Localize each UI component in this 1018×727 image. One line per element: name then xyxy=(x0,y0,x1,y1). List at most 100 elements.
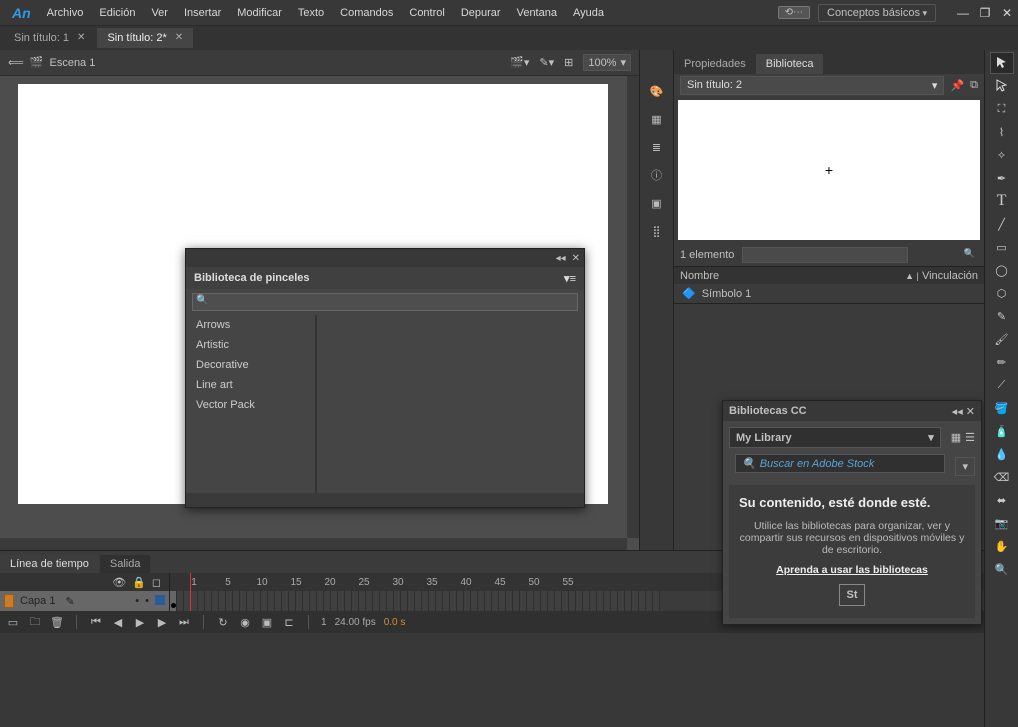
brush-library-panel[interactable]: ◂◂✕ Biblioteca de pinceles▾≡ Arrows Arti… xyxy=(185,248,585,508)
magic-wand-tool[interactable]: ✧ xyxy=(990,144,1014,166)
workspace-switcher[interactable]: Conceptos básicos xyxy=(818,4,936,22)
ruler-35[interactable]: 35 xyxy=(416,577,448,588)
menu-insertar[interactable]: Insertar xyxy=(176,0,229,26)
subselect-tool[interactable] xyxy=(990,75,1014,97)
tab-biblioteca[interactable]: Biblioteca xyxy=(756,54,824,74)
brush-cat-decorative[interactable]: Decorative xyxy=(186,355,315,375)
grid-view-icon[interactable]: ▦ xyxy=(951,431,961,444)
free-transform-tool[interactable]: ⛶ xyxy=(990,98,1014,120)
panel-close-icon[interactable]: ✕ xyxy=(572,253,580,264)
pen-tool[interactable]: ✒ xyxy=(990,167,1014,189)
close-icon[interactable]: ✕ xyxy=(77,28,85,48)
ruler-20[interactable]: 20 xyxy=(314,577,346,588)
info-icon[interactable]: ⓘ xyxy=(646,164,668,186)
brush-search[interactable] xyxy=(192,293,578,311)
ruler-25[interactable]: 25 xyxy=(348,577,380,588)
menu-archivo[interactable]: Archivo xyxy=(39,0,92,26)
tab-propiedades[interactable]: Propiedades xyxy=(674,54,756,74)
col-vinculacion[interactable]: ▲ | Vinculación xyxy=(905,270,978,282)
menu-comandos[interactable]: Comandos xyxy=(332,0,401,26)
lasso-tool[interactable]: ⌇ xyxy=(990,121,1014,143)
paint-brush-tool[interactable]: ✏ xyxy=(990,351,1014,373)
ruler-55[interactable]: 55 xyxy=(552,577,584,588)
last-frame-icon[interactable]: ⏭ xyxy=(177,616,191,629)
library-doc-select[interactable]: Sin título: 2 ▾ xyxy=(680,76,944,95)
collapse-icon[interactable]: ◂◂ xyxy=(952,406,963,418)
layer-vis-dot[interactable]: • xyxy=(135,595,139,607)
col-nombre[interactable]: Nombre xyxy=(680,270,719,282)
panel-close-icon[interactable]: ✕ xyxy=(966,406,975,418)
camera-tool[interactable]: 📷 xyxy=(990,512,1014,534)
new-layer-icon[interactable]: ▭ xyxy=(6,616,20,629)
zoom-dropdown[interactable]: 100%▾ xyxy=(583,54,631,71)
brush-cat-vector[interactable]: Vector Pack xyxy=(186,395,315,415)
transform-icon[interactable]: ▣ xyxy=(646,192,668,214)
stage-fit-icon[interactable]: ⊞ xyxy=(564,56,573,69)
text-tool[interactable]: T xyxy=(990,190,1014,212)
brush-tool[interactable]: 🖌 xyxy=(990,328,1014,350)
tab-timeline[interactable]: Línea de tiempo xyxy=(0,555,99,573)
menu-edicion[interactable]: Edición xyxy=(91,0,143,26)
brush-cat-artistic[interactable]: Artistic xyxy=(186,335,315,355)
grid-icon[interactable]: ▦ xyxy=(646,108,668,130)
loop-icon[interactable]: ↻ xyxy=(216,616,230,629)
eraser-tool[interactable]: ⌫ xyxy=(990,466,1014,488)
cc-libraries-panel[interactable]: Bibliotecas CC ◂◂ ✕ My Library▾ ▦ ☰ 🔍Bus… xyxy=(722,400,982,625)
menu-ver[interactable]: Ver xyxy=(143,0,176,26)
hand-tool[interactable]: ✋ xyxy=(990,535,1014,557)
ruler-40[interactable]: 40 xyxy=(450,577,482,588)
eye-icon[interactable]: 👁 xyxy=(112,576,126,589)
new-folder-icon[interactable]: 🗀 xyxy=(28,613,42,632)
menu-control[interactable]: Control xyxy=(401,0,452,26)
play-icon[interactable]: ▶ xyxy=(133,616,147,629)
paint-bucket-tool[interactable]: 🪣 xyxy=(990,397,1014,419)
layer-lock-dot[interactable]: • xyxy=(145,595,149,607)
menu-ayuda[interactable]: Ayuda xyxy=(565,0,612,26)
sync-badge[interactable]: ⟲⋯ xyxy=(778,6,810,19)
collapse-icon[interactable]: ◂◂ xyxy=(556,253,566,264)
line-tool[interactable]: ╱ xyxy=(990,213,1014,235)
menu-modificar[interactable]: Modificar xyxy=(229,0,290,26)
brush-cat-arrows[interactable]: Arrows xyxy=(186,315,315,335)
cc-search[interactable]: 🔍Buscar en Adobe Stock xyxy=(735,454,945,473)
doc-tab-1[interactable]: Sin título: 1✕ xyxy=(4,28,95,48)
list-view-icon[interactable]: ☰ xyxy=(965,431,975,444)
current-frame[interactable]: 1 xyxy=(321,617,327,628)
tab-salida[interactable]: Salida xyxy=(100,555,151,573)
brush-cat-lineart[interactable]: Line art xyxy=(186,375,315,395)
cc-library-select[interactable]: My Library▾ xyxy=(729,427,941,448)
minimize-button[interactable]: — xyxy=(956,7,970,19)
zoom-tool[interactable]: 🔍 xyxy=(990,558,1014,580)
ruler-1[interactable]: 1 xyxy=(178,577,210,588)
h-scrollbar[interactable] xyxy=(0,538,627,550)
polystar-tool[interactable]: ⬡ xyxy=(990,282,1014,304)
trash-icon[interactable]: 🗑 xyxy=(50,616,64,629)
menu-texto[interactable]: Texto xyxy=(290,0,332,26)
stock-icon[interactable]: St xyxy=(839,584,865,606)
symbol-edit-icon[interactable]: ✎▾ xyxy=(539,56,554,69)
clapper-icon[interactable]: 🎬▾ xyxy=(510,56,529,69)
playhead[interactable] xyxy=(190,573,191,611)
ruler-5[interactable]: 5 xyxy=(212,577,244,588)
ink-bottle-tool[interactable]: 🧴 xyxy=(990,420,1014,442)
pin-icon[interactable]: 📌 xyxy=(950,79,964,92)
ruler-15[interactable]: 15 xyxy=(280,577,312,588)
maximize-button[interactable]: ❐ xyxy=(978,7,992,19)
first-frame-icon[interactable]: ⏮ xyxy=(89,616,103,629)
next-frame-icon[interactable]: ▶ xyxy=(155,616,169,629)
rectangle-tool[interactable]: ▭ xyxy=(990,236,1014,258)
cc-learn-link[interactable]: Aprenda a usar las bibliotecas xyxy=(776,564,928,576)
cc-filter-icon[interactable]: ▾ xyxy=(955,457,975,476)
library-icon[interactable]: ≣ xyxy=(646,136,668,158)
eyedropper-tool[interactable]: 💧 xyxy=(990,443,1014,465)
ruler-45[interactable]: 45 xyxy=(484,577,516,588)
layer-row[interactable]: Capa 1 ✎ • • xyxy=(0,591,169,611)
brush-panel-resize[interactable] xyxy=(186,493,584,507)
ruler-10[interactable]: 10 xyxy=(246,577,278,588)
doc-tab-2[interactable]: Sin título: 2*✕ xyxy=(97,28,193,48)
scene-name[interactable]: Escena 1 xyxy=(49,57,95,69)
prev-frame-icon[interactable]: ◀ xyxy=(111,616,125,629)
library-search[interactable] xyxy=(742,247,908,263)
panel-menu-icon[interactable]: ▾≡ xyxy=(564,272,576,285)
menu-ventana[interactable]: Ventana xyxy=(509,0,565,26)
